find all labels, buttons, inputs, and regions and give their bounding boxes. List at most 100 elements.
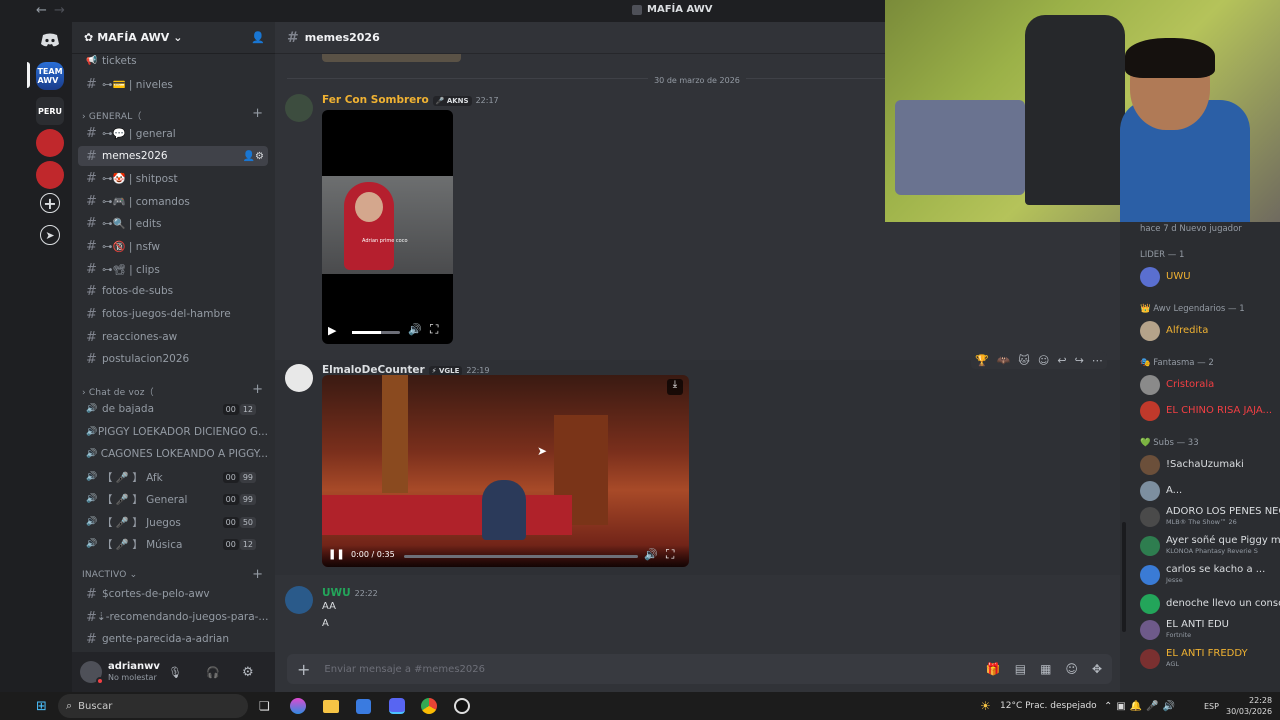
chrome-icon[interactable] [421, 698, 437, 714]
member-item[interactable]: EL CHINO RISA JAJA... [1140, 400, 1272, 422]
back-icon[interactable]: ← [36, 3, 47, 18]
channel-11[interactable]: # reacciones-aw [78, 327, 268, 347]
member-item[interactable]: Cristorala [1140, 374, 1214, 396]
avatar[interactable] [80, 661, 104, 685]
forward-icon[interactable]: → [54, 3, 65, 18]
reaction-3-icon[interactable]: 🐱 [1018, 354, 1029, 367]
channel-8[interactable]: # ⊶📽 | clips [78, 259, 268, 279]
member-list-scrollbar[interactable] [1122, 522, 1126, 632]
obs-icon[interactable] [454, 698, 470, 714]
reply-icon[interactable]: ↩ [1057, 354, 1066, 367]
inactive-channel-2[interactable]: # gente-parecida-a-adrian [78, 629, 268, 649]
forward-message-icon[interactable]: ↪ [1075, 354, 1084, 367]
avatar[interactable] [285, 586, 313, 614]
discord-taskbar-icon[interactable] [389, 698, 405, 714]
video-player[interactable]: ⤓ ❚❚ 0:00 / 0:35 🔊 ⛶ [322, 375, 689, 567]
fullscreen-icon[interactable]: ⛶ [666, 547, 674, 562]
channel-0[interactable]: 📢 tickets [78, 51, 268, 71]
more-options-icon[interactable]: ⋯ [1092, 354, 1103, 367]
reaction-2-icon[interactable]: 🦇 [997, 354, 1011, 367]
add-reaction-icon[interactable]: ☺ [1038, 354, 1049, 367]
voice-channel-5[interactable]: 🔊 【 🎤 】 Juegos 00 50 [78, 512, 268, 532]
fullscreen-icon[interactable]: ⛶ [430, 322, 438, 337]
clock[interactable]: 22:28 30/03/2026 [1226, 695, 1272, 717]
tray-icons[interactable]: ⌃▣🔔🎤🔊 [1104, 701, 1179, 712]
avatar[interactable] [285, 364, 313, 392]
voice-channel-2[interactable]: 🔊 CAGONES LOKEANDO A PIGGY... [78, 444, 268, 464]
discord-home-icon[interactable] [38, 28, 62, 52]
add-server-icon[interactable]: + [40, 193, 60, 213]
member-item[interactable]: !SachaUzumaki [1140, 454, 1244, 476]
voice-channel-4[interactable]: 🔊 【 🎤 】 General 00 99 [78, 489, 268, 509]
volume-icon[interactable]: 🔊 [408, 323, 422, 336]
server-team-awv-icon[interactable]: TEAM AWV [36, 62, 64, 90]
channel-7[interactable]: # ⊶🔞 | nsfw [78, 236, 268, 256]
channel-3[interactable]: # memes2026 👤⚙ [78, 146, 268, 166]
explore-icon[interactable]: ➤ [40, 225, 60, 245]
file-explorer-icon[interactable] [323, 699, 339, 713]
language-indicator[interactable]: ESP [1204, 702, 1219, 711]
voice-channel-6[interactable]: 🔊 【 🎤 】 Música 00 12 [78, 534, 268, 554]
pause-icon[interactable]: ❚❚ [328, 549, 345, 560]
attach-plus-icon[interactable]: + [297, 660, 310, 679]
channel-settings-icon[interactable]: 👤⚙ [243, 151, 264, 162]
video-player[interactable]: Adrian prime coco ▶ 🔊 ⛶ [322, 110, 453, 344]
member-item[interactable]: ADORO LOS PENES NEG MLB® The Show™ 26 [1140, 506, 1280, 528]
video-progress[interactable] [404, 555, 638, 558]
apps-icon[interactable]: ✥ [1092, 662, 1102, 676]
channel-10[interactable]: # fotos-juegos-del-hambre [78, 304, 268, 324]
copilot-icon[interactable] [290, 698, 306, 714]
channel-6[interactable]: # ⊶🔍 | edits [78, 213, 268, 233]
category-general[interactable]: › GENERAL（ [82, 109, 142, 122]
category-inactive[interactable]: INACTIVO ⌄ [82, 570, 137, 580]
member-item[interactable]: Ayer soñé que Piggy m mKLONOA Phantasy R… [1140, 535, 1280, 557]
store-icon[interactable] [356, 698, 371, 714]
voice-channel-3[interactable]: 🔊 【 🎤 】 Afk 00 99 [78, 467, 268, 487]
download-icon[interactable]: ⤓ [667, 379, 683, 395]
windows-start-icon[interactable]: ⊞ [36, 699, 47, 714]
settings-gear-icon[interactable]: ⚙ [242, 665, 254, 680]
task-view-icon[interactable]: ❏ [259, 699, 270, 713]
inactive-channel-1[interactable]: # ⇣-recomendando-juegos-para-... [78, 607, 268, 627]
create-channel-icon[interactable]: + [252, 106, 263, 121]
volume-bar[interactable] [352, 331, 400, 334]
channel-12[interactable]: # postulacion2026 [78, 349, 268, 369]
channel-5[interactable]: # ⊶🎮 | comandos [78, 191, 268, 211]
avatar[interactable] [285, 94, 313, 122]
gift-icon[interactable]: 🎁 [986, 662, 1001, 676]
channel-1[interactable]: # ⊶💳 | niveles [78, 74, 268, 94]
member-item[interactable]: UWU [1140, 266, 1191, 288]
create-voice-channel-icon[interactable]: + [252, 382, 263, 397]
volume-icon[interactable]: 🔊 [644, 548, 658, 561]
member-item[interactable]: EL ANTI FREDDY AGL [1140, 648, 1248, 670]
taskbar-search[interactable]: ⌕ Buscar [58, 694, 248, 718]
emoji-icon[interactable]: ☺ [1065, 662, 1078, 676]
voice-channel-0[interactable]: 🔊 de bajada 00 12 [78, 399, 268, 419]
channel-2[interactable]: # ⊶💬 | general [78, 123, 268, 143]
member-item[interactable]: EL ANTI EDU Fortnite [1140, 619, 1229, 641]
play-icon[interactable]: ▶ [328, 324, 336, 337]
category-voice[interactable]: › Chat de voz（ [82, 385, 154, 398]
message-author[interactable]: UWU 22:22 [322, 587, 378, 599]
previous-media-thumbnail[interactable] [322, 54, 461, 62]
weather-text[interactable]: 12°C Prac. despejado [1000, 701, 1097, 711]
voice-channel-1[interactable]: 🔊 PIGGY LOEKADOR DICIENGO G... [78, 422, 268, 442]
invite-icon[interactable]: 👤 [251, 31, 265, 44]
mic-icon[interactable]: 🎙 [168, 666, 182, 679]
member-item[interactable]: Alfredita [1140, 320, 1208, 342]
channel-9[interactable]: # fotos-de-subs [78, 281, 268, 301]
server-header[interactable]: ✿ MAFÍA AWV ⌄ 👤 [72, 22, 275, 54]
headphones-icon[interactable]: 🎧 [206, 666, 220, 679]
message-author[interactable]: Fer Con Sombrero 🎤 AKNS 22:17 [322, 94, 499, 106]
member-item[interactable]: carlos se kacho a ... Jesse [1140, 564, 1265, 586]
trophy-reaction-icon[interactable]: 🏆 [975, 354, 989, 367]
inactive-channel-0[interactable]: # $cortes-de-pelo-awv [78, 584, 268, 604]
sticker-icon[interactable]: ▦ [1040, 662, 1051, 676]
server-peru-icon[interactable]: PERU [36, 97, 64, 125]
message-input[interactable]: + Enviar mensaje a #memes2026 🎁 ▤ ▦ ☺ ✥ [287, 654, 1112, 684]
create-inactive-channel-icon[interactable]: + [252, 567, 263, 582]
member-item[interactable]: denoche llevo un consol [1140, 593, 1280, 615]
member-item[interactable]: A... [1140, 480, 1182, 502]
gif-icon[interactable]: ▤ [1015, 662, 1026, 676]
server-red-2-icon[interactable] [36, 161, 64, 189]
